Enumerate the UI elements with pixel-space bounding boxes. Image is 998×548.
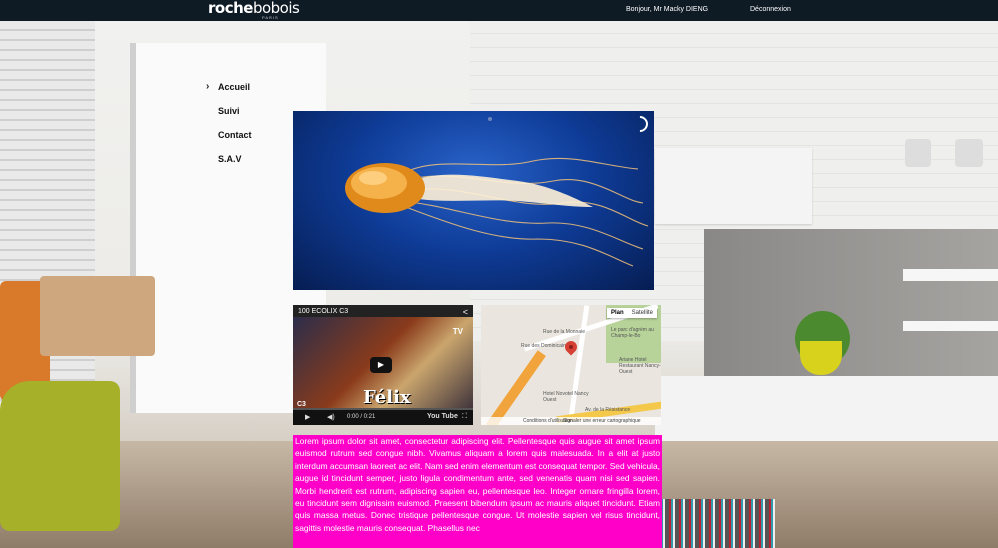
brand-logo[interactable]: rochebobois xyxy=(208,0,300,17)
user-greeting: Bonjour, Mr Macky DIENG xyxy=(626,6,709,13)
map-report-link[interactable]: Signaler une erreur cartographique xyxy=(563,418,641,424)
map-label: Hotel Novotel Nancy Ouest xyxy=(543,391,589,403)
map-label: Av. de la Résistance xyxy=(585,407,631,413)
video-title[interactable]: 100 ECOLIX C3 xyxy=(298,308,348,315)
gray-wall-panel xyxy=(704,229,998,379)
rug xyxy=(655,499,775,548)
nav-item-label: Contact xyxy=(218,130,252,140)
nav-item-label: S.A.V xyxy=(218,154,242,164)
top-bar: rochebobois PARIS Bonjour, Mr Macky DIEN… xyxy=(0,0,998,21)
video-controls: ▶ ◀) 0:00 / 0:21 You Tube ⛶ xyxy=(293,410,473,425)
play-icon[interactable]: ▶ xyxy=(370,357,392,373)
wood-chair xyxy=(40,276,155,356)
youtube-logo[interactable]: You Tube xyxy=(427,413,458,420)
volume-icon[interactable]: ◀) xyxy=(327,413,335,421)
nav-item-contact[interactable]: Contact xyxy=(206,130,286,154)
main-nav: › Accueil Suivi Contact S.A.V xyxy=(206,81,286,178)
map-type-control: Plan Satellite xyxy=(606,308,657,318)
green-lounger xyxy=(0,381,120,531)
wall-lamp xyxy=(905,139,931,167)
wall-cabinet xyxy=(655,148,812,224)
map-label: Le parc d'agrém au Champ-le-Bo xyxy=(611,327,654,339)
brand-sub: PARIS xyxy=(262,15,279,20)
hero-slideshow[interactable] xyxy=(293,111,654,290)
nav-item-label: Suivi xyxy=(218,106,240,116)
wall-lamp xyxy=(955,139,983,167)
map-label: Rue de la Monnaie xyxy=(543,329,585,335)
share-icon[interactable]: < xyxy=(463,307,468,317)
channel-logo: C3 xyxy=(297,401,306,408)
jellyfish-image xyxy=(345,157,649,267)
logout-link[interactable]: Déconnexion xyxy=(750,6,791,13)
play-icon[interactable]: ▶ xyxy=(305,413,310,421)
nav-item-label: Accueil xyxy=(218,82,251,92)
video-sign-text: Félix xyxy=(363,387,411,408)
map-footer: Conditions d'utilisation Signaler une er… xyxy=(481,417,661,425)
map-pin-dot xyxy=(569,345,573,349)
map-label: Rue des Dominicains xyxy=(521,343,569,349)
active-chevron-icon: › xyxy=(206,81,210,92)
highway xyxy=(486,350,546,425)
map-type-plan-button[interactable]: Plan xyxy=(607,308,628,318)
lorem-text-block: Lorem ipsum dolor sit amet, consectetur … xyxy=(293,435,662,548)
wall-shelf xyxy=(903,269,998,281)
nav-item-suivi[interactable]: Suivi xyxy=(206,106,286,130)
video-time: 0:00 / 0:21 xyxy=(347,414,376,420)
fullscreen-icon[interactable]: ⛶ xyxy=(462,413,467,421)
map-type-satellite-button[interactable]: Satellite xyxy=(628,308,657,318)
map-label: Ariane Hotel Restaurant Nancy-Ouest xyxy=(619,357,661,375)
wall-shelf xyxy=(903,321,998,331)
nav-item-accueil[interactable]: › Accueil xyxy=(206,81,286,106)
google-map[interactable]: Rue de la Monnaie Rue des Dominicains Le… xyxy=(481,305,661,425)
video-player[interactable]: Félix 100 ECOLIX C3 < TV ▶ C3 ▶ ◀) 0:00 … xyxy=(293,305,473,425)
channel-badge: TV xyxy=(452,327,463,336)
nav-item-sav[interactable]: S.A.V xyxy=(206,154,286,178)
brand-bold: roche xyxy=(208,0,253,17)
